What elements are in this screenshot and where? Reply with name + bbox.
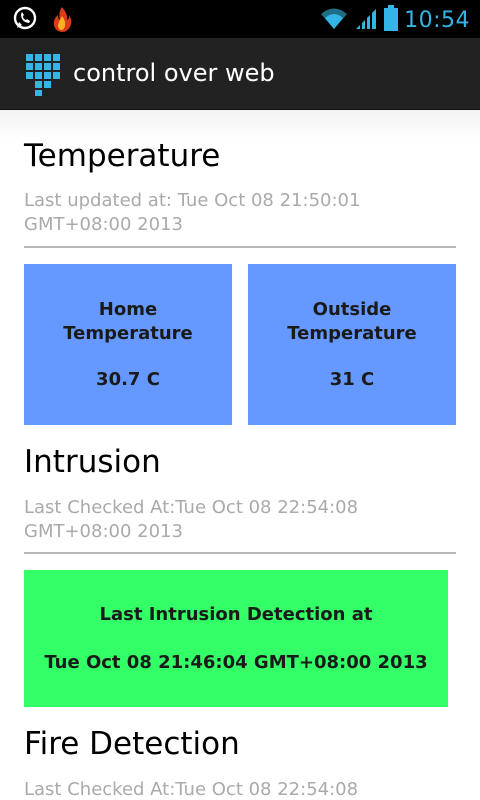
intrusion-heading: Intrusion [24,444,161,480]
temperature-last-updated: Last updated at: Tue Oct 08 21:50:01 GMT… [24,190,361,235]
intrusion-detection-panel[interactable]: Last Intrusion Detection at Tue Oct 08 2… [24,570,448,707]
intrusion-divider [24,552,456,554]
home-temperature-value: 30.7 C [96,369,160,390]
wifi-icon [320,6,348,34]
app-title: control over web [73,59,275,87]
fire-last-checked: Last Checked At:Tue Oct 08 22:54:08 [24,779,359,800]
action-bar: control over web [0,38,480,110]
outside-temperature-tile[interactable]: Outside Temperature 31 C [248,264,456,425]
system-icons: 10:54 [320,5,470,35]
home-temperature-tile[interactable]: Home Temperature 30.7 C [24,264,232,425]
temperature-divider [24,246,456,248]
temperature-heading: Temperature [24,138,221,174]
status-bar: 10:54 [0,0,480,38]
home-temperature-label: Home Temperature [63,299,193,344]
dashboard-content[interactable]: Temperature Last updated at: Tue Oct 08 … [0,110,480,800]
fire-detection-heading: Fire Detection [24,726,240,762]
fire-app-icon [52,6,72,36]
outside-temperature-label: Outside Temperature [287,299,417,344]
intrusion-detection-label: Last Intrusion Detection at [99,604,373,625]
outside-temperature-value: 31 C [329,369,375,390]
battery-icon [384,5,399,35]
whatsapp-icon [12,6,38,36]
keypad-grid-icon[interactable] [24,52,62,96]
signal-icon [354,6,378,34]
status-time: 10:54 [404,7,470,33]
notification-icons [12,6,72,36]
intrusion-detection-time: Tue Oct 08 21:46:04 GMT+08:00 2013 [44,652,428,673]
intrusion-last-checked: Last Checked At:Tue Oct 08 22:54:08 GMT+… [24,497,359,542]
